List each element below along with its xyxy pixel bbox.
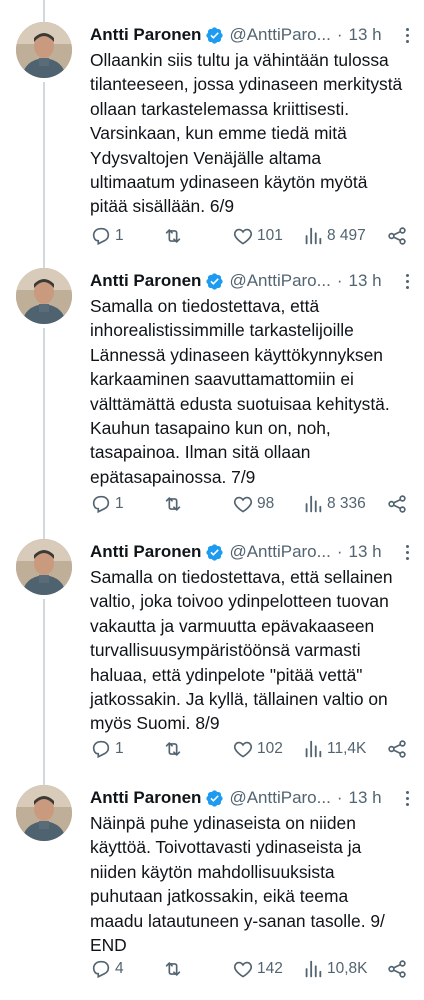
thread-connector-line xyxy=(43,0,45,22)
reply-count: 1 xyxy=(115,740,124,757)
separator-dot: · xyxy=(336,271,343,290)
verified-badge-icon xyxy=(206,26,224,44)
reply-icon xyxy=(92,495,110,514)
retweet-icon xyxy=(165,742,181,756)
author-handle[interactable]: @AnttiParo... xyxy=(229,788,330,808)
reply-icon xyxy=(92,227,110,246)
tweet-text: Samalla on tiedostettava, että sellainen… xyxy=(90,567,393,734)
views-button[interactable]: 10,8K xyxy=(302,958,368,980)
more-options-icon[interactable] xyxy=(406,545,410,561)
views-button[interactable]: 8 497 xyxy=(302,225,366,247)
reply-button[interactable]: 1 xyxy=(90,493,124,515)
avatar[interactable] xyxy=(16,268,72,324)
retweet-icon xyxy=(165,497,181,511)
verified-badge-icon xyxy=(206,543,224,561)
separator-dot: · xyxy=(336,25,343,44)
reply-count: 1 xyxy=(115,227,124,244)
separator-dot: · xyxy=(336,788,343,807)
view-count: 11,4K xyxy=(327,740,367,757)
like-button[interactable]: 142 xyxy=(232,958,283,980)
tweet-header: Antti Paronen @AnttiParo... · 13 h xyxy=(90,268,412,294)
author-name[interactable]: Antti Paronen xyxy=(90,542,201,562)
timestamp[interactable]: 13 h xyxy=(348,271,381,291)
views-chart-icon xyxy=(305,495,322,513)
heart-icon xyxy=(233,741,253,758)
tweet-header: Antti Paronen @AnttiParo... · 13 h xyxy=(90,539,412,565)
avatar[interactable] xyxy=(16,539,72,595)
verified-badge-icon xyxy=(206,272,224,290)
author-name[interactable]: Antti Paronen xyxy=(90,25,201,45)
timestamp[interactable]: 13 h xyxy=(348,25,381,45)
view-count: 10,8K xyxy=(327,960,368,977)
heart-icon xyxy=(233,496,253,513)
views-button[interactable]: 8 336 xyxy=(302,493,366,515)
more-options-icon[interactable] xyxy=(406,274,410,290)
reply-icon xyxy=(92,740,110,759)
avatar[interactable] xyxy=(16,785,72,841)
like-button[interactable]: 101 xyxy=(232,225,283,247)
tweet-text: Ollaankin siis tultu ja vähintään tuloss… xyxy=(90,50,403,217)
share-button[interactable] xyxy=(386,958,408,980)
view-count: 8 336 xyxy=(327,495,366,512)
share-icon xyxy=(388,227,406,245)
timestamp[interactable]: 13 h xyxy=(348,542,381,562)
retweet-button[interactable] xyxy=(162,225,184,247)
more-options-icon[interactable] xyxy=(406,791,410,807)
retweet-button[interactable] xyxy=(162,738,184,760)
tweet-actions: 4 142 10,8K xyxy=(90,957,408,981)
tweet-actions: 1 102 11,4K xyxy=(90,737,408,761)
retweet-button[interactable] xyxy=(162,493,184,515)
tweet-text: Näinpä puhe ydinaseista on niiden käyttö… xyxy=(90,813,385,956)
retweet-icon xyxy=(165,229,181,243)
reply-icon xyxy=(92,960,110,979)
share-icon xyxy=(388,495,406,513)
tweet-actions: 1 101 8 497 xyxy=(90,224,408,248)
author-handle[interactable]: @AnttiParo... xyxy=(229,25,330,45)
like-button[interactable]: 98 xyxy=(232,493,274,515)
share-icon xyxy=(388,740,406,758)
tweet-header: Antti Paronen @AnttiParo... · 13 h xyxy=(90,785,412,811)
reply-button[interactable]: 1 xyxy=(90,738,124,760)
like-button[interactable]: 102 xyxy=(232,738,283,760)
reply-button[interactable]: 1 xyxy=(90,225,124,247)
share-icon xyxy=(388,960,406,978)
heart-icon xyxy=(233,228,253,245)
views-chart-icon xyxy=(305,227,322,245)
reply-count: 1 xyxy=(115,495,124,512)
share-button[interactable] xyxy=(386,738,408,760)
thread-connector-line xyxy=(43,328,45,540)
view-count: 8 497 xyxy=(327,227,366,244)
views-chart-icon xyxy=(305,960,322,978)
tweet-header: Antti Paronen @AnttiParo... · 13 h xyxy=(90,22,412,48)
tweet-text: Samalla on tiedostettava, että inhoreali… xyxy=(90,296,390,487)
heart-icon xyxy=(233,961,253,978)
author-handle[interactable]: @AnttiParo... xyxy=(229,271,330,291)
more-options-icon[interactable] xyxy=(406,28,410,44)
author-name[interactable]: Antti Paronen xyxy=(90,271,201,291)
separator-dot: · xyxy=(336,542,343,561)
like-count: 101 xyxy=(257,227,283,244)
share-button[interactable] xyxy=(386,493,408,515)
author-name[interactable]: Antti Paronen xyxy=(90,788,201,808)
timestamp[interactable]: 13 h xyxy=(348,788,381,808)
views-button[interactable]: 11,4K xyxy=(302,738,366,760)
reply-count: 4 xyxy=(115,960,124,977)
thread-connector-line xyxy=(43,599,45,791)
verified-badge-icon xyxy=(206,789,224,807)
like-count: 98 xyxy=(257,495,275,512)
like-count: 142 xyxy=(257,960,283,977)
tweet-actions: 1 98 8 336 xyxy=(90,492,408,516)
retweet-icon xyxy=(165,962,181,976)
share-button[interactable] xyxy=(386,225,408,247)
avatar[interactable] xyxy=(16,22,72,78)
retweet-button[interactable] xyxy=(162,958,184,980)
like-count: 102 xyxy=(257,740,283,757)
views-chart-icon xyxy=(305,740,322,758)
author-handle[interactable]: @AnttiParo... xyxy=(229,542,330,562)
reply-button[interactable]: 4 xyxy=(90,958,124,980)
thread-connector-line xyxy=(43,82,45,286)
